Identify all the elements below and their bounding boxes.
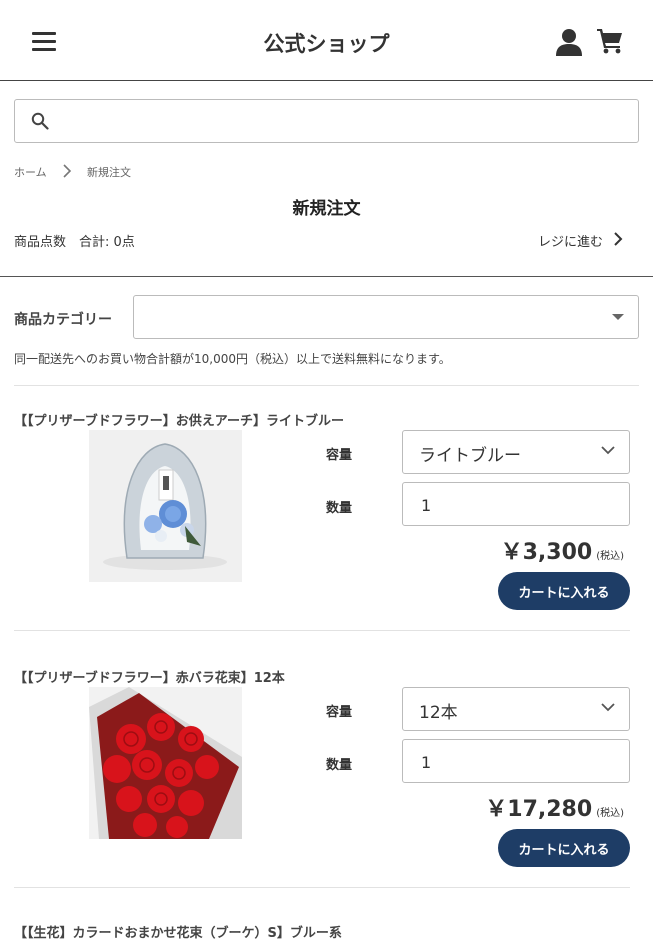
quantity-label: 数量 [326, 758, 353, 773]
product-image[interactable] [89, 430, 242, 582]
quantity-field[interactable] [402, 739, 630, 783]
item-count-total: 合計: 0点 [79, 235, 135, 250]
divider [14, 887, 630, 888]
checkout-link[interactable]: レジに進む [538, 231, 603, 250]
volume-select[interactable]: ライトブルー [402, 430, 630, 474]
search-icon [31, 112, 49, 130]
price: ￥3,300 (税込) [501, 534, 624, 566]
search-box[interactable] [14, 99, 639, 143]
divider [0, 276, 653, 277]
price-amount: ￥3,300 [500, 540, 593, 565]
volume-label: 容量 [326, 448, 353, 463]
quantity-input[interactable] [419, 750, 613, 774]
user-icon[interactable] [556, 28, 582, 56]
product-name: 【【プリザーブドフラワー】赤バラ花束】12本 [14, 671, 285, 686]
page-title: 新規注文 [292, 199, 361, 219]
product-image[interactable] [89, 687, 242, 839]
shipping-notice: 同一配送先へのお買い物合計額が10,000円（税込）以上で送料無料になります。 [14, 352, 451, 366]
quantity-field[interactable] [402, 482, 630, 526]
breadcrumb-home[interactable]: ホーム [14, 164, 47, 180]
chevron-right-icon[interactable] [612, 231, 624, 247]
product-card: 【【プリザーブドフラワー】お供えアーチ】ライトブルー 容量 ライトブルー 数量 … [0, 410, 653, 667]
product-name: 【【プリザーブドフラワー】お供えアーチ】ライトブルー [14, 414, 344, 429]
add-to-cart-button[interactable]: カートに入れる [498, 572, 630, 610]
chevron-down-icon [601, 703, 615, 712]
price: ￥17,280 (税込) [485, 791, 624, 823]
quantity-input[interactable] [419, 493, 613, 517]
product-name: 【【生花】カラードおまかせ花束（ブーケ）S】ブルー系 [14, 926, 342, 941]
volume-label: 容量 [326, 705, 353, 720]
volume-select[interactable]: 12本 [402, 687, 630, 731]
add-to-cart-button[interactable]: カートに入れる [498, 829, 630, 867]
volume-value: ライトブルー [419, 446, 521, 466]
chevron-down-icon [601, 446, 615, 455]
search-input[interactable] [59, 108, 623, 134]
caret-down-icon [612, 314, 624, 320]
cart-icon[interactable] [597, 28, 623, 54]
divider [14, 385, 639, 386]
site-header: 公式ショップ [0, 4, 653, 81]
category-select[interactable] [133, 295, 639, 339]
category-label: 商品カテゴリー [14, 312, 112, 328]
volume-value: 12本 [419, 703, 458, 723]
tax-label: (税込) [596, 551, 624, 562]
price-amount: ￥17,280 [485, 797, 593, 822]
quantity-label: 数量 [326, 501, 353, 516]
chevron-right-icon [63, 164, 72, 178]
product-card: 【【プリザーブドフラワー】赤バラ花束】12本 容量 12本 数量 ￥17,280… [0, 667, 653, 924]
tax-label: (税込) [596, 808, 624, 819]
breadcrumb-current: 新規注文 [87, 166, 131, 179]
item-count-label: 商品点数 [14, 235, 67, 250]
divider [14, 630, 630, 631]
